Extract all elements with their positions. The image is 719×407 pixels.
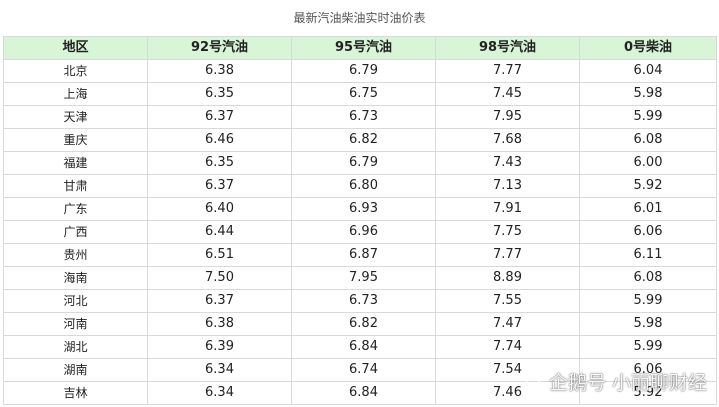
header-0-diesel: 0号柴油 — [579, 36, 717, 60]
price-95-cell: 6.84 — [291, 381, 436, 405]
region-cell: 甘肃 — [3, 174, 148, 198]
header-98-gasoline: 98号汽油 — [435, 36, 580, 60]
price-98-cell: 7.77 — [435, 59, 580, 83]
header-92-gasoline: 92号汽油 — [147, 36, 292, 60]
price-diesel-cell: 5.99 — [579, 105, 717, 129]
table-header-row: 地区 92号汽油 95号汽油 98号汽油 0号柴油 — [3, 36, 717, 60]
region-cell: 北京 — [3, 59, 148, 83]
table-row: 贵州 6.51 6.87 7.77 6.11 — [3, 243, 717, 267]
region-cell: 天津 — [3, 105, 148, 129]
region-cell: 广西 — [3, 220, 148, 244]
price-92-cell: 6.34 — [147, 358, 292, 382]
region-cell: 上海 — [3, 82, 148, 106]
price-98-cell: 7.91 — [435, 197, 580, 221]
region-cell: 吉林 — [3, 381, 148, 405]
price-92-cell: 6.46 — [147, 128, 292, 152]
table-row: 甘肃 6.37 6.80 7.13 5.92 — [3, 174, 717, 198]
price-98-cell: 7.43 — [435, 151, 580, 175]
table-row: 福建 6.35 6.79 7.43 6.00 — [3, 151, 717, 175]
price-95-cell: 7.95 — [291, 266, 436, 290]
price-92-cell: 6.38 — [147, 59, 292, 83]
price-95-cell: 6.73 — [291, 289, 436, 313]
table-row: 重庆 6.46 6.82 7.68 6.08 — [3, 128, 717, 152]
price-diesel-cell: 5.92 — [579, 174, 717, 198]
oil-price-table: 地区 92号汽油 95号汽油 98号汽油 0号柴油 北京 6.38 6.79 7.77… — [3, 36, 717, 405]
price-diesel-cell: 5.99 — [579, 289, 717, 313]
price-92-cell: 6.35 — [147, 82, 292, 106]
price-diesel-cell: 6.08 — [579, 128, 717, 152]
price-92-cell: 6.37 — [147, 289, 292, 313]
table-caption: 最新汽油柴油实时油价表 — [293, 11, 426, 25]
price-95-cell: 6.96 — [291, 220, 436, 244]
price-98-cell: 8.89 — [435, 266, 580, 290]
price-92-cell: 6.40 — [147, 197, 292, 221]
table-row: 海南 7.50 7.95 8.89 6.08 — [3, 266, 717, 290]
table-row: 天津 6.37 6.73 7.95 5.99 — [3, 105, 717, 129]
price-92-cell: 6.37 — [147, 174, 292, 198]
table-row: 北京 6.38 6.79 7.77 6.04 — [3, 59, 717, 83]
price-98-cell: 7.54 — [435, 358, 580, 382]
price-95-cell: 6.79 — [291, 151, 436, 175]
price-98-cell: 7.75 — [435, 220, 580, 244]
price-95-cell: 6.84 — [291, 335, 436, 359]
region-cell: 重庆 — [3, 128, 148, 152]
price-95-cell: 6.80 — [291, 174, 436, 198]
region-cell: 福建 — [3, 151, 148, 175]
region-cell: 贵州 — [3, 243, 148, 267]
region-cell: 广东 — [3, 197, 148, 221]
price-95-cell: 6.82 — [291, 312, 436, 336]
region-cell: 河南 — [3, 312, 148, 336]
price-92-cell: 6.37 — [147, 105, 292, 129]
table-body: 北京 6.38 6.79 7.77 6.04 上海 6.35 6.75 7.45 5.98 天津 6.… — [3, 59, 717, 405]
price-diesel-cell: 6.01 — [579, 197, 717, 221]
price-92-cell: 6.44 — [147, 220, 292, 244]
price-98-cell: 7.68 — [435, 128, 580, 152]
table-row: 河南 6.38 6.82 7.47 5.98 — [3, 312, 717, 336]
price-95-cell: 6.73 — [291, 105, 436, 129]
price-diesel-cell: 6.06 — [579, 358, 717, 382]
price-98-cell: 7.45 — [435, 82, 580, 106]
price-95-cell: 6.93 — [291, 197, 436, 221]
region-cell: 海南 — [3, 266, 148, 290]
price-diesel-cell: 6.06 — [579, 220, 717, 244]
header-region: 地区 — [3, 36, 148, 60]
price-98-cell: 7.77 — [435, 243, 580, 267]
price-92-cell: 6.38 — [147, 312, 292, 336]
price-diesel-cell: 5.98 — [579, 312, 717, 336]
table-row: 广东 6.40 6.93 7.91 6.01 — [3, 197, 717, 221]
price-95-cell: 6.82 — [291, 128, 436, 152]
header-95-gasoline: 95号汽油 — [291, 36, 436, 60]
price-98-cell: 7.74 — [435, 335, 580, 359]
price-diesel-cell: 6.00 — [579, 151, 717, 175]
price-92-cell: 6.51 — [147, 243, 292, 267]
price-diesel-cell: 5.92 — [579, 381, 717, 405]
price-98-cell: 7.47 — [435, 312, 580, 336]
price-98-cell: 7.13 — [435, 174, 580, 198]
price-92-cell: 6.39 — [147, 335, 292, 359]
price-92-cell: 6.35 — [147, 151, 292, 175]
price-diesel-cell: 6.04 — [579, 59, 717, 83]
price-98-cell: 7.46 — [435, 381, 580, 405]
table-row: 上海 6.35 6.75 7.45 5.98 — [3, 82, 717, 106]
price-98-cell: 7.95 — [435, 105, 580, 129]
region-cell: 湖南 — [3, 358, 148, 382]
price-95-cell: 6.75 — [291, 82, 436, 106]
region-cell: 河北 — [3, 289, 148, 313]
price-diesel-cell: 6.08 — [579, 266, 717, 290]
price-92-cell: 7.50 — [147, 266, 292, 290]
price-92-cell: 6.34 — [147, 381, 292, 405]
price-95-cell: 6.74 — [291, 358, 436, 382]
region-cell: 湖北 — [3, 335, 148, 359]
table-row: 河北 6.37 6.73 7.55 5.99 — [3, 289, 717, 313]
price-diesel-cell: 6.11 — [579, 243, 717, 267]
table-row: 湖北 6.39 6.84 7.74 5.99 — [3, 335, 717, 359]
table-row: 广西 6.44 6.96 7.75 6.06 — [3, 220, 717, 244]
price-diesel-cell: 5.98 — [579, 82, 717, 106]
price-98-cell: 7.55 — [435, 289, 580, 313]
price-95-cell: 6.79 — [291, 59, 436, 83]
price-95-cell: 6.87 — [291, 243, 436, 267]
price-diesel-cell: 5.99 — [579, 335, 717, 359]
table-row: 湖南 6.34 6.74 7.54 6.06 — [3, 358, 717, 382]
table-row: 吉林 6.34 6.84 7.46 5.92 — [3, 381, 717, 405]
